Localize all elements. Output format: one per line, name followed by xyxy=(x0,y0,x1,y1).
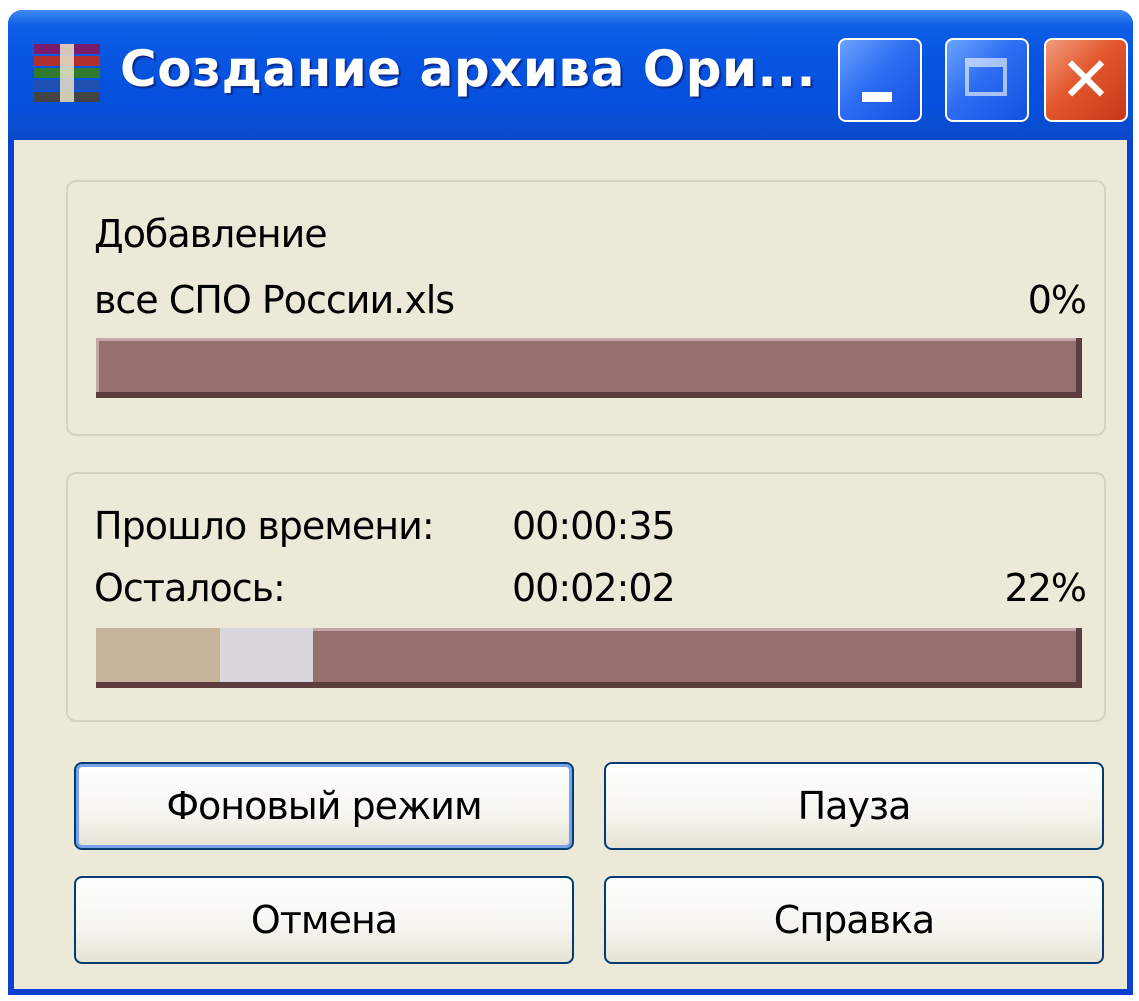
file-progress-bar xyxy=(96,338,1082,398)
remaining-label: Осталось: xyxy=(94,566,286,610)
minimize-icon xyxy=(862,92,892,102)
maximize-button[interactable] xyxy=(945,38,1029,122)
minimize-button[interactable] xyxy=(838,38,922,122)
title-bar[interactable]: Создание архива Ори... ✕ xyxy=(8,10,1133,140)
archive-dialog-window: Создание архива Ори... ✕ Добавление все … xyxy=(8,10,1133,995)
action-label: Добавление xyxy=(94,212,328,256)
close-icon: ✕ xyxy=(1060,43,1112,116)
total-progress-bar xyxy=(96,628,1082,688)
cancel-button[interactable]: Отмена xyxy=(74,876,574,964)
winrar-books-icon xyxy=(34,44,100,102)
pause-button[interactable]: Пауза xyxy=(604,762,1104,850)
elapsed-label: Прошло времени: xyxy=(94,504,435,548)
total-progress-group: Прошло времени: 00:00:35 Осталось: 00:02… xyxy=(66,472,1106,722)
file-percent: 0% xyxy=(1027,278,1087,322)
remaining-value: 00:02:02 xyxy=(512,566,676,610)
help-button[interactable]: Справка xyxy=(604,876,1104,964)
dialog-client-area: Добавление все СПО России.xls 0% Прошло … xyxy=(14,140,1127,989)
close-button[interactable]: ✕ xyxy=(1044,38,1128,122)
file-name: все СПО России.xls xyxy=(94,278,455,322)
maximize-icon xyxy=(965,58,1007,96)
total-percent: 22% xyxy=(1004,566,1087,610)
elapsed-value: 00:00:35 xyxy=(512,504,676,548)
window-title: Создание архива Ори... xyxy=(120,40,817,98)
total-progress-fill xyxy=(96,628,313,682)
current-file-group: Добавление все СПО России.xls 0% xyxy=(66,180,1106,436)
background-mode-button[interactable]: Фоновый режим xyxy=(74,762,574,850)
